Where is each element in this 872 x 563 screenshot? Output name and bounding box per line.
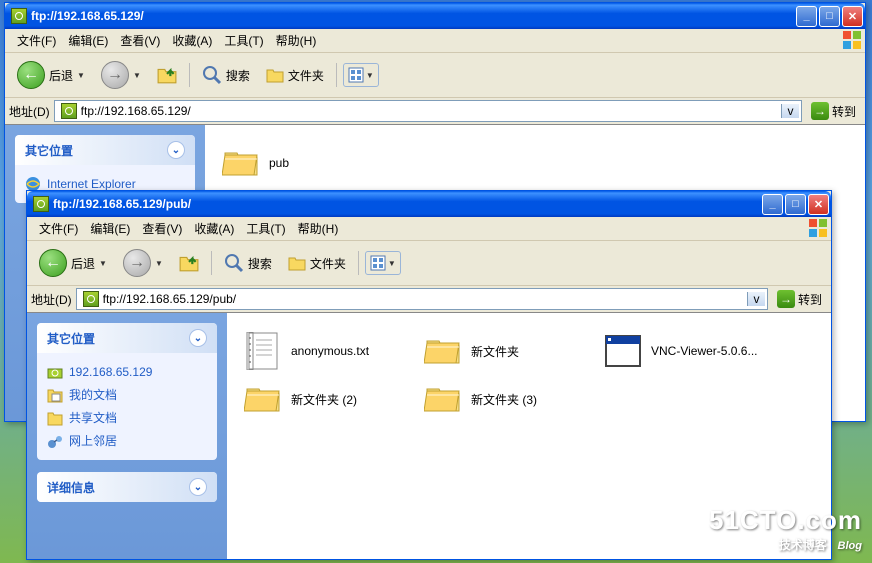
close-button[interactable]: ✕ [842, 6, 863, 27]
maximize-button[interactable]: □ [819, 6, 840, 27]
ftp-icon [83, 291, 99, 307]
ftp-icon [61, 103, 77, 119]
folder-new2[interactable]: 新文件夹 (2) [239, 375, 419, 423]
minimize-button[interactable]: _ [796, 6, 817, 27]
up-button[interactable] [151, 62, 183, 88]
toolbar: ← 后退 ▼ → ▼ 搜索 文件夹 ▼ [5, 53, 865, 98]
panel-header[interactable]: 其它位置 ⌄ [37, 323, 217, 353]
separator [211, 251, 212, 275]
other-places-panel: 其它位置 ⌄ 192.168.65.129 我的文档 共享文档 网上邻居 [37, 323, 217, 460]
windows-logo-icon [841, 30, 863, 50]
folder-icon [423, 379, 463, 419]
address-input-wrap: v [76, 288, 768, 310]
titlebar[interactable]: ftp://192.168.65.129/ _ □ ✕ [5, 3, 865, 29]
up-button[interactable] [173, 250, 205, 276]
file-vnc-viewer[interactable]: VNC-Viewer-5.0.6... [599, 327, 779, 375]
chevron-down-icon[interactable]: ▼ [155, 259, 163, 268]
menu-file[interactable]: 文件(F) [11, 30, 62, 51]
chevron-down-icon[interactable]: ▼ [99, 259, 107, 268]
address-bar: 地址(D) v →转到 [5, 98, 865, 125]
windows-logo-icon [807, 218, 829, 238]
maximize-button[interactable]: □ [785, 194, 806, 215]
window-title: ftp://192.168.65.129/pub/ [53, 197, 762, 211]
menu-tools[interactable]: 工具(T) [240, 218, 291, 239]
menu-help[interactable]: 帮助(H) [292, 218, 345, 239]
details-panel: 详细信息 ⌄ [37, 472, 217, 502]
menu-file[interactable]: 文件(F) [33, 218, 84, 239]
file-anonymous-txt[interactable]: anonymous.txt [239, 327, 419, 375]
go-icon: → [811, 102, 829, 120]
folders-button[interactable]: 文件夹 [260, 63, 330, 88]
expand-icon[interactable]: ⌄ [189, 478, 207, 496]
go-button[interactable]: →转到 [806, 100, 861, 122]
chevron-down-icon[interactable]: ▼ [77, 71, 85, 80]
ftp-icon [11, 8, 27, 24]
menubar: 文件(F) 编辑(E) 查看(V) 收藏(A) 工具(T) 帮助(H) [27, 217, 831, 241]
folder-new1[interactable]: 新文件夹 [419, 327, 599, 375]
collapse-icon[interactable]: ⌄ [189, 329, 207, 347]
collapse-icon[interactable]: ⌄ [167, 141, 185, 159]
go-icon: → [777, 290, 795, 308]
menu-view[interactable]: 查看(V) [136, 218, 188, 239]
address-input[interactable] [103, 290, 747, 308]
menu-favorites[interactable]: 收藏(A) [166, 30, 218, 51]
folder-new3[interactable]: 新文件夹 (3) [419, 375, 599, 423]
back-button[interactable]: ← 后退 ▼ [33, 245, 113, 281]
forward-button[interactable]: → ▼ [95, 57, 147, 93]
panel-header[interactable]: 详细信息 ⌄ [37, 472, 217, 502]
close-button[interactable]: ✕ [808, 194, 829, 215]
application-icon [603, 331, 643, 371]
separator [189, 63, 190, 87]
search-button[interactable]: 搜索 [218, 249, 278, 277]
menu-tools[interactable]: 工具(T) [218, 30, 269, 51]
forward-button[interactable]: → ▼ [117, 245, 169, 281]
menu-help[interactable]: 帮助(H) [270, 30, 323, 51]
folder-pub[interactable]: pub [217, 139, 397, 187]
chevron-down-icon[interactable]: ▼ [133, 71, 141, 80]
views-button[interactable]: ▼ [365, 251, 401, 275]
back-label: 后退 [49, 67, 73, 84]
folders-button[interactable]: 文件夹 [282, 251, 352, 276]
menu-edit[interactable]: 编辑(E) [62, 30, 114, 51]
menubar: 文件(F) 编辑(E) 查看(V) 收藏(A) 工具(T) 帮助(H) [5, 29, 865, 53]
views-button[interactable]: ▼ [343, 63, 379, 87]
menu-view[interactable]: 查看(V) [114, 30, 166, 51]
address-dropdown[interactable]: v [747, 292, 765, 306]
menu-edit[interactable]: 编辑(E) [84, 218, 136, 239]
folder-icon [221, 143, 261, 183]
back-button[interactable]: ← 后退 ▼ [11, 57, 91, 93]
window-title: ftp://192.168.65.129/ [31, 9, 796, 23]
search-button[interactable]: 搜索 [196, 61, 256, 89]
address-bar: 地址(D) v →转到 [27, 286, 831, 313]
address-input-wrap: v [54, 100, 802, 122]
link-network-places[interactable]: 网上邻居 [47, 429, 207, 452]
text-file-icon [243, 331, 283, 371]
sidepanel: 其它位置 ⌄ 192.168.65.129 我的文档 共享文档 网上邻居 详细信… [27, 313, 227, 559]
folder-icon [423, 331, 463, 371]
separator [358, 251, 359, 275]
link-shared-docs[interactable]: 共享文档 [47, 406, 207, 429]
menu-favorites[interactable]: 收藏(A) [188, 218, 240, 239]
address-input[interactable] [81, 102, 781, 120]
address-label: 地址(D) [9, 103, 50, 120]
address-dropdown[interactable]: v [781, 104, 799, 118]
go-button[interactable]: →转到 [772, 288, 827, 310]
address-label: 地址(D) [31, 291, 72, 308]
folder-icon [243, 379, 283, 419]
link-parent-ftp[interactable]: 192.168.65.129 [47, 361, 207, 383]
toolbar: ← 后退 ▼ → ▼ 搜索 文件夹 ▼ [27, 241, 831, 286]
separator [336, 63, 337, 87]
link-my-documents[interactable]: 我的文档 [47, 383, 207, 406]
titlebar[interactable]: ftp://192.168.65.129/pub/ _ □ ✕ [27, 191, 831, 217]
minimize-button[interactable]: _ [762, 194, 783, 215]
panel-header[interactable]: 其它位置 ⌄ [15, 135, 195, 165]
watermark: 51CTO.com 技术博客 Blog [709, 505, 862, 553]
ftp-icon [33, 196, 49, 212]
